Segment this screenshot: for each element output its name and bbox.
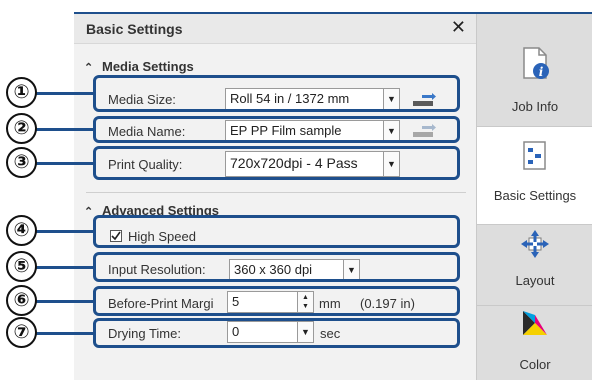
callout-box-5 [93,252,460,282]
tab-layout[interactable]: Layout [477,225,592,305]
tab-job-info-label: Job Info [511,99,559,114]
callout-number-6: ⑥ [6,285,37,316]
svg-text:i: i [539,65,544,79]
callout-number-2: ② [6,113,37,144]
close-icon[interactable]: ✕ [451,18,466,38]
job-info-icon: i [523,47,549,79]
basic-settings-icon [523,141,546,170]
tab-basic-settings-label: Basic Settings [493,188,577,203]
color-icon [523,311,547,335]
callout-number-5: ⑤ [6,251,37,282]
panel-title: Basic Settings [86,21,183,37]
media-settings-heading: Media Settings [102,59,194,74]
tab-layout-label: Layout [515,273,555,288]
tab-basic-settings[interactable]: Basic Settings [477,126,592,224]
callout-box-2 [93,116,460,143]
callout-box-3 [93,146,460,180]
chevron-up-icon: ⌃ [84,62,94,74]
callout-number-3: ③ [6,147,37,178]
callout-connector-5 [36,266,94,269]
callout-connector-3 [36,162,94,165]
callout-connector-1 [36,92,94,95]
callout-number-1: ① [6,77,37,108]
tab-column: i Job Info Basic Settings Layout Color [476,14,592,380]
callout-connector-7 [36,332,94,335]
callout-box-4 [93,215,460,248]
callout-box-6 [93,286,460,316]
tab-separator [476,224,592,225]
callout-number-4: ④ [6,215,37,246]
section-divider [86,192,466,193]
tab-color-label: Color [519,357,551,372]
tab-separator [476,126,592,127]
callout-connector-4 [36,230,94,233]
callout-connector-2 [36,128,94,131]
layout-icon [521,230,549,258]
panel-header: Basic Settings ✕ [74,14,476,44]
tab-separator [476,305,592,306]
callout-connector-6 [36,300,94,303]
callout-box-1 [93,75,460,112]
callout-number-7: ⑦ [6,317,37,348]
tab-color[interactable]: Color [477,305,592,380]
callout-box-7 [93,318,460,348]
tab-job-info[interactable]: i Job Info [477,14,592,126]
media-settings-section-toggle[interactable]: ⌃ Media Settings [84,59,194,74]
